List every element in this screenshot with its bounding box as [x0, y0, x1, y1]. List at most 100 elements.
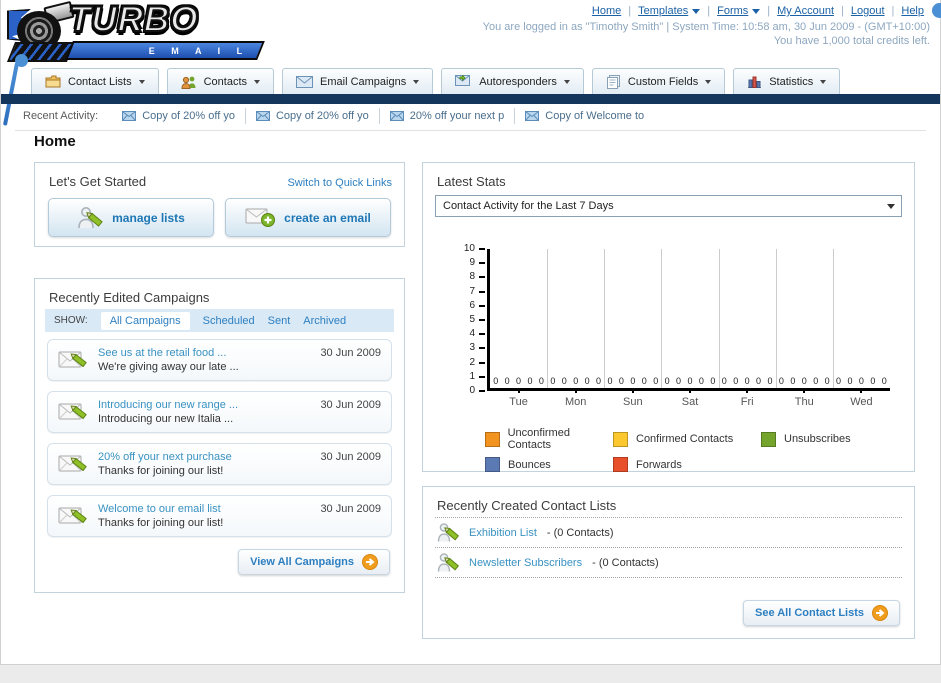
legend-item-confirmed-contacts: Confirmed Contacts — [613, 427, 761, 451]
campaign-title-link[interactable]: Welcome to our email list — [98, 502, 310, 516]
x-axis-label: Wed — [850, 396, 873, 408]
bar-value-label: 0 — [824, 376, 830, 386]
recent-activity-item[interactable]: Copy of 20% off yo — [244, 108, 379, 124]
y-axis-tick-label: 8 — [469, 271, 475, 283]
bar-value-label: 0 — [504, 376, 510, 386]
latest-stats-panel: Latest Stats Contact Activity for the La… — [422, 162, 915, 472]
y-axis-tick-label: 7 — [469, 285, 475, 297]
nav-tab-contacts[interactable]: Contacts — [166, 68, 275, 94]
nav-tab-email-campaigns[interactable]: Email Campaigns — [282, 68, 434, 94]
campaign-title-link[interactable]: 20% off your next purchase — [98, 450, 310, 464]
recent-activity-item[interactable]: Copy of 20% off yo — [112, 108, 245, 124]
filter-scheduled[interactable]: Scheduled — [203, 315, 255, 327]
nav-tab-custom-fields[interactable]: Custom Fields — [591, 68, 726, 94]
bar-value-label: 0 — [698, 376, 704, 386]
contact-list-count: - (0 Contacts) — [592, 556, 659, 569]
mail-small-icon — [389, 111, 404, 121]
campaign-row[interactable]: Welcome to our email list Thanks for join… — [47, 495, 392, 537]
envelope-icon — [296, 75, 314, 88]
y-axis-tick — [479, 347, 485, 350]
contact-activity-chart: 0 0 0 0 0 Tue 0 0 0 0 0 Mon 0 0 0 0 0 Sun 0 0 0 0 0 Sat 0 0 0 0 0 Fri… — [435, 241, 902, 437]
x-axis-tick — [517, 388, 520, 393]
divider — [15, 130, 926, 131]
templates-link[interactable]: Templates — [638, 5, 701, 17]
bar-value-label: 0 — [744, 376, 750, 386]
bar-value-label: 0 — [858, 376, 864, 386]
contact-list-link[interactable]: Exhibition List — [469, 527, 537, 539]
bar-value-label: 0 — [664, 376, 670, 386]
contact-list-row[interactable]: Exhibition List - (0 Contacts) — [435, 518, 902, 547]
my-account-link[interactable]: My Account — [777, 5, 834, 17]
bar-value-label: 0 — [653, 376, 659, 386]
filter-archived[interactable]: Archived — [303, 315, 346, 327]
get-started-panel: Let's Get Started Switch to Quick Links … — [34, 162, 405, 247]
gridline — [718, 249, 720, 388]
filter-all-campaigns[interactable]: All Campaigns — [100, 311, 190, 330]
contact-list-link[interactable]: Newsletter Subscribers — [469, 557, 582, 569]
contact-list-count: - (0 Contacts) — [546, 526, 614, 539]
x-axis-tick — [803, 388, 806, 393]
recent-activity-item-label: 20% off your next p — [409, 110, 505, 122]
arrow-circle-icon — [362, 554, 378, 570]
nav-tab-label: Custom Fields — [627, 75, 699, 88]
manage-lists-button[interactable]: manage lists — [48, 198, 214, 237]
campaign-text: Welcome to our email list Thanks for join… — [98, 502, 310, 530]
campaign-date: 30 Jun 2009 — [320, 347, 381, 359]
contacts-icon — [181, 75, 197, 89]
see-all-contact-lists-button[interactable]: See All Contact Lists — [742, 600, 900, 626]
campaign-list: See us at the retail food ... We're givin… — [47, 339, 392, 537]
campaign-subtitle: Thanks for joining our list! — [98, 465, 224, 477]
list-pencil-icon — [437, 522, 459, 543]
campaign-date: 30 Jun 2009 — [320, 399, 381, 411]
link-separator: | — [628, 5, 632, 17]
chevron-down-icon — [820, 79, 827, 84]
forms-link[interactable]: Forms — [717, 5, 761, 17]
bar-value-label: 0 — [618, 376, 624, 386]
see-all-contact-lists-label: See All Contact Lists — [754, 607, 864, 619]
y-axis-tick-label: 3 — [469, 342, 475, 354]
nav-tab-autoresponders[interactable]: Autoresponders — [441, 68, 584, 94]
campaign-title-link[interactable]: Introducing our new range ... — [98, 398, 310, 412]
main-nav: Contact Lists Contacts Email Campaigns Auto… — [1, 68, 940, 94]
view-all-campaigns-button[interactable]: View All Campaigns — [238, 549, 390, 575]
stats-period-select[interactable]: Contact Activity for the Last 7 Days — [435, 195, 902, 217]
x-axis-label: Thu — [794, 396, 814, 408]
custom-fields-icon — [606, 74, 621, 89]
bar-value-label: 0 — [790, 376, 796, 386]
recent-activity-item[interactable]: Copy of Welcome to — [514, 108, 654, 124]
bar-value-label: 0 — [836, 376, 842, 386]
nav-tab-statistics[interactable]: Statistics — [733, 68, 841, 94]
chart-legend: Unconfirmed Contacts Confirmed Contacts Un… — [485, 427, 851, 472]
nav-tab-contact-lists[interactable]: Contact Lists — [31, 68, 159, 94]
campaign-text: 20% off your next purchase Thanks for joi… — [98, 450, 310, 478]
bar-value-label: 0 — [710, 376, 716, 386]
logo[interactable]: TURBO E M A I L — [6, 0, 267, 62]
home-link[interactable]: Home — [592, 5, 621, 17]
contact-list-row[interactable]: Newsletter Subscribers - (0 Contacts) — [435, 548, 902, 577]
bar-value-label: 0 — [527, 376, 533, 386]
create-an-email-button[interactable]: create an email — [225, 198, 391, 237]
bar-value-label: 0 — [573, 376, 579, 386]
switch-to-quick-links-link[interactable]: Switch to Quick Links — [287, 177, 392, 189]
x-axis-tick — [631, 388, 634, 393]
recent-activity-item[interactable]: 20% off your next p — [378, 108, 515, 124]
chevron-down-icon — [887, 204, 895, 209]
legend-swatch — [485, 431, 500, 447]
link-separator: | — [707, 5, 711, 17]
campaign-title-link[interactable]: See us at the retail food ... — [98, 346, 310, 360]
campaign-row[interactable]: 20% off your next purchase Thanks for joi… — [47, 443, 392, 485]
bar-value-label: 0 — [778, 376, 784, 386]
help-link[interactable]: Help — [901, 5, 924, 17]
legend-label: Unsubscribes — [784, 433, 851, 445]
campaign-row[interactable]: See us at the retail food ... We're givin… — [47, 339, 392, 381]
recent-activity-item-label: Copy of 20% off yo — [142, 110, 235, 122]
campaigns-panel: Recently Edited Campaigns SHOW: All Camp… — [34, 278, 405, 593]
header-links: Home | Templates | Forms | My Account | Logout… — [592, 5, 924, 17]
x-axis-tick — [574, 388, 577, 393]
mail-small-icon — [122, 111, 137, 121]
filter-sent[interactable]: Sent — [268, 315, 291, 327]
campaign-row[interactable]: Introducing our new range ... Introducing… — [47, 391, 392, 433]
logout-link[interactable]: Logout — [851, 5, 885, 17]
view-all-campaigns-label: View All Campaigns — [250, 556, 354, 568]
x-axis-label: Mon — [565, 396, 587, 408]
